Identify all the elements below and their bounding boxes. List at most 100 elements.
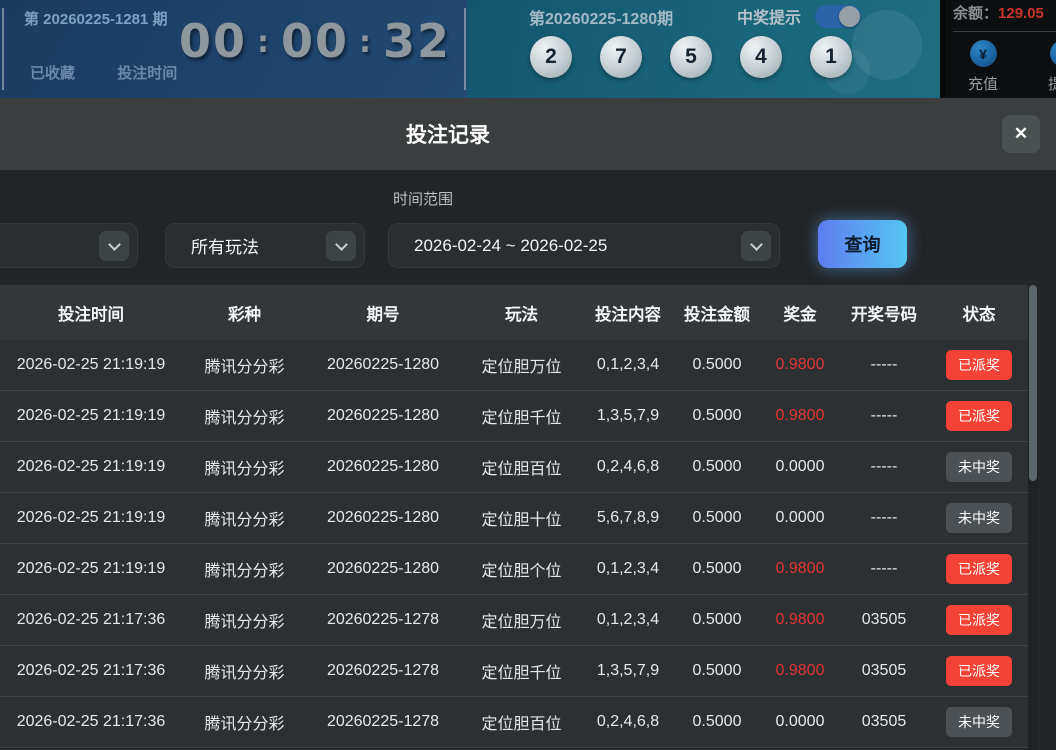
cell-prize: 0.0000 <box>762 509 838 527</box>
cell-play: 定位胆个位 <box>459 557 584 581</box>
scrollbar-thumb[interactable] <box>1029 285 1037 481</box>
status-badge: 未中奖 <box>946 707 1012 737</box>
withdraw-label: 提现 <box>1048 73 1056 94</box>
close-icon: ✕ <box>1014 124 1028 144</box>
draw-number-ball: 2 <box>530 36 572 78</box>
table-header-cell: 彩种 <box>182 301 307 325</box>
cell-content: 0,2,4,6,8 <box>584 713 672 731</box>
cell-amount: 0.5000 <box>672 509 762 527</box>
draw-number-ball: 4 <box>740 36 782 78</box>
divider <box>464 8 466 90</box>
cell-play: 定位胆百位 <box>459 710 584 734</box>
favorited-tab[interactable]: 已收藏 <box>30 65 75 82</box>
cell-status: 已派奖 <box>930 401 1028 431</box>
status-badge: 未中奖 <box>946 452 1012 482</box>
countdown-separator: : <box>247 25 281 60</box>
cell-status: 未中奖 <box>930 452 1028 482</box>
cell-prize: 0.9800 <box>762 560 838 578</box>
cell-content: 1,3,5,7,9 <box>584 662 672 680</box>
table-row: 2026-02-25 21:17:36腾讯分分彩20260225-1278定位胆… <box>0 646 1028 697</box>
play-select[interactable]: 所有玩法 <box>165 223 365 268</box>
cell-play: 定位胆千位 <box>459 404 584 428</box>
cell-amount: 0.5000 <box>672 713 762 731</box>
cell-draw: 03505 <box>838 713 930 731</box>
cell-amount: 0.5000 <box>672 560 762 578</box>
cell-status: 未中奖 <box>930 503 1028 533</box>
cell-draw: ----- <box>838 356 930 374</box>
balance: 余额：129.05 <box>953 2 1044 23</box>
recharge-button[interactable]: ¥ 充值 <box>957 40 1009 94</box>
cell-period: 20260225-1280 <box>307 509 459 527</box>
cell-time: 2026-02-25 21:19:19 <box>0 458 182 476</box>
cell-period: 20260225-1280 <box>307 560 459 578</box>
cell-prize: 0.0000 <box>762 713 838 731</box>
table-header-cell: 期号 <box>307 301 459 325</box>
top-bar: 第 20260225-1281 期 已收藏 投注时间 00:00:32 第202… <box>0 0 1056 98</box>
date-range-value: 2026-02-24 ~ 2026-02-25 <box>414 236 607 256</box>
cell-prize: 0.9800 <box>762 611 838 629</box>
win-tip-label: 中奖提示 <box>737 4 801 28</box>
cell-amount: 0.5000 <box>672 407 762 425</box>
win-tip-group: 中奖提示 <box>737 4 861 28</box>
cell-lottery: 腾讯分分彩 <box>182 608 307 632</box>
table-header-cell: 玩法 <box>459 301 584 325</box>
cell-period: 20260225-1280 <box>307 407 459 425</box>
status-badge: 已派奖 <box>946 554 1012 584</box>
balance-value: 129.05 <box>998 5 1044 22</box>
cell-status: 已派奖 <box>930 350 1028 380</box>
cell-time: 2026-02-25 21:19:19 <box>0 356 182 374</box>
draw-number-ball: 1 <box>810 36 852 78</box>
bet-records-modal: 投注记录 ✕ 时间范围 所有玩法 2026-02-24 ~ 2026-02-25… <box>0 98 1056 750</box>
cell-draw: 03505 <box>838 611 930 629</box>
cell-amount: 0.5000 <box>672 458 762 476</box>
yuan-icon: ¥ <box>970 40 997 67</box>
cell-lottery: 腾讯分分彩 <box>182 659 307 683</box>
cell-amount: 0.5000 <box>672 356 762 374</box>
query-button[interactable]: 查询 <box>818 220 907 268</box>
play-select-value: 所有玩法 <box>191 233 259 258</box>
yuan-icon: ¥ <box>1050 40 1056 67</box>
status-badge: 已派奖 <box>946 401 1012 431</box>
table-row: 2026-02-25 21:19:19腾讯分分彩20260225-1280定位胆… <box>0 493 1028 544</box>
cell-content: 0,1,2,3,4 <box>584 560 672 578</box>
table-header-cell: 投注内容 <box>584 301 672 325</box>
countdown-minutes: 00 <box>281 14 349 68</box>
status-badge: 已派奖 <box>946 350 1012 380</box>
table-header-cell: 开奖号码 <box>838 301 930 325</box>
bet-time-tab[interactable]: 投注时间 <box>117 65 177 82</box>
close-button[interactable]: ✕ <box>1002 115 1040 153</box>
cell-lottery: 腾讯分分彩 <box>182 710 307 734</box>
current-period-panel: 第 20260225-1281 期 已收藏 投注时间 00:00:32 <box>0 0 467 98</box>
cell-period: 20260225-1280 <box>307 458 459 476</box>
countdown-seconds: 32 <box>383 14 451 68</box>
table-header: 投注时间彩种期号玩法投注内容投注金额奖金开奖号码状态 <box>0 285 1028 340</box>
status-badge: 未中奖 <box>946 503 1012 533</box>
cell-draw: ----- <box>838 458 930 476</box>
table-scrollbar[interactable] <box>1028 285 1038 750</box>
lottery-select[interactable] <box>0 223 138 268</box>
cell-status: 未中奖 <box>930 707 1028 737</box>
cell-play: 定位胆万位 <box>459 353 584 377</box>
cell-content: 0,1,2,3,4 <box>584 611 672 629</box>
table-header-cell: 奖金 <box>762 301 838 325</box>
cell-content: 5,6,7,8,9 <box>584 509 672 527</box>
cell-period: 20260225-1280 <box>307 356 459 374</box>
cell-content: 1,3,5,7,9 <box>584 407 672 425</box>
recharge-label: 充值 <box>968 73 998 94</box>
last-draw-panel: 第20260225-1280期 中奖提示 27541 <box>467 0 940 98</box>
divider <box>953 31 1056 32</box>
modal-title: 投注记录 <box>406 119 490 149</box>
chevron-down-icon <box>326 231 356 261</box>
date-range-select[interactable]: 2026-02-24 ~ 2026-02-25 <box>388 223 780 268</box>
withdraw-button[interactable]: ¥ 提现 <box>1037 40 1056 94</box>
toggle-knob-icon <box>839 6 860 27</box>
cell-prize: 0.9800 <box>762 356 838 374</box>
win-tip-toggle[interactable] <box>815 5 861 28</box>
cell-prize: 0.9800 <box>762 662 838 680</box>
wallet-panel: 余额：129.05 ¥ 充值 ¥ 提现 <box>940 0 1056 98</box>
cell-lottery: 腾讯分分彩 <box>182 506 307 530</box>
table-body: 2026-02-25 21:19:19腾讯分分彩20260225-1280定位胆… <box>0 340 1028 748</box>
modal-body: 时间范围 所有玩法 2026-02-24 ~ 2026-02-25 查询 投注时… <box>0 170 1056 750</box>
cell-play: 定位胆十位 <box>459 506 584 530</box>
cell-amount: 0.5000 <box>672 662 762 680</box>
